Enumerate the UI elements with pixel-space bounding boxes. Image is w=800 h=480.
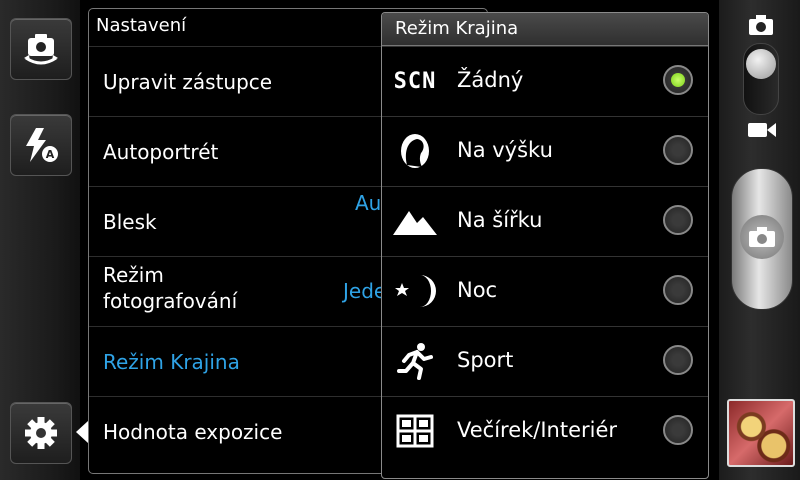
settings-button[interactable] [10, 402, 72, 464]
settings-title: Nastavení [96, 15, 187, 36]
scene-option-label: Sport [457, 348, 514, 372]
scene-option-label: Žádný [457, 68, 524, 92]
scene-option-landscape[interactable]: Na šířku [382, 186, 708, 257]
scene-option-night[interactable]: Noc [382, 256, 708, 327]
scn-icon: SCN [392, 61, 438, 101]
scene-option-label: Večírek/Interiér [457, 418, 618, 442]
flash-auto-button[interactable]: A [10, 114, 72, 176]
video-mode-icon [748, 123, 776, 137]
radio-button[interactable] [663, 275, 693, 305]
settings-item-label: Režim Krajina [103, 350, 240, 374]
radio-button-selected[interactable] [663, 65, 693, 95]
landscape-icon [392, 201, 438, 241]
scn-icon-text: SCN [393, 68, 437, 94]
settings-pointer [76, 421, 88, 443]
scene-option-portrait[interactable]: Na výšku [382, 116, 708, 187]
radio-button[interactable] [663, 345, 693, 375]
scene-option-none[interactable]: SCN Žádný [382, 46, 708, 117]
svg-text:A: A [46, 148, 55, 161]
settings-item-label: Blesk [103, 210, 157, 234]
right-toolbar [719, 0, 800, 480]
portrait-icon [392, 131, 438, 171]
flash-auto-icon: A [26, 128, 58, 162]
gallery-thumbnail[interactable] [727, 399, 795, 467]
party-indoor-icon [392, 411, 438, 451]
shutter-button[interactable] [731, 168, 793, 310]
scene-option-label: Noc [457, 278, 498, 302]
gear-icon [25, 417, 57, 449]
radio-button[interactable] [663, 205, 693, 235]
settings-item-value: Jede [343, 279, 387, 303]
scene-option-label: Na šířku [457, 208, 543, 232]
shutter-camera-icon [740, 215, 784, 259]
radio-button[interactable] [663, 415, 693, 445]
settings-item-label: Autoportrét [103, 140, 219, 164]
settings-item-label: Upravit zástupce [103, 70, 273, 94]
sport-icon [392, 341, 438, 381]
scene-option-label: Na výšku [457, 138, 553, 162]
settings-item-label: Režim fotografování [103, 263, 238, 313]
switch-knob[interactable] [746, 49, 776, 79]
radio-button[interactable] [663, 135, 693, 165]
scene-option-sport[interactable]: Sport [382, 326, 708, 397]
night-icon [392, 271, 438, 311]
switch-camera-icon [24, 34, 58, 65]
scene-option-party-indoor[interactable]: Večírek/Interiér [382, 396, 708, 467]
camera-mode-icon [749, 15, 773, 35]
settings-item-label: Hodnota expozice [103, 420, 283, 444]
left-toolbar: A [0, 0, 80, 480]
switch-camera-button[interactable] [10, 18, 72, 80]
camera-video-switch[interactable] [743, 43, 779, 115]
scene-mode-title: Režim Krajina [395, 18, 519, 39]
scene-mode-popup: Režim Krajina SCN Žádný Na výšku Na šířk… [381, 12, 709, 479]
